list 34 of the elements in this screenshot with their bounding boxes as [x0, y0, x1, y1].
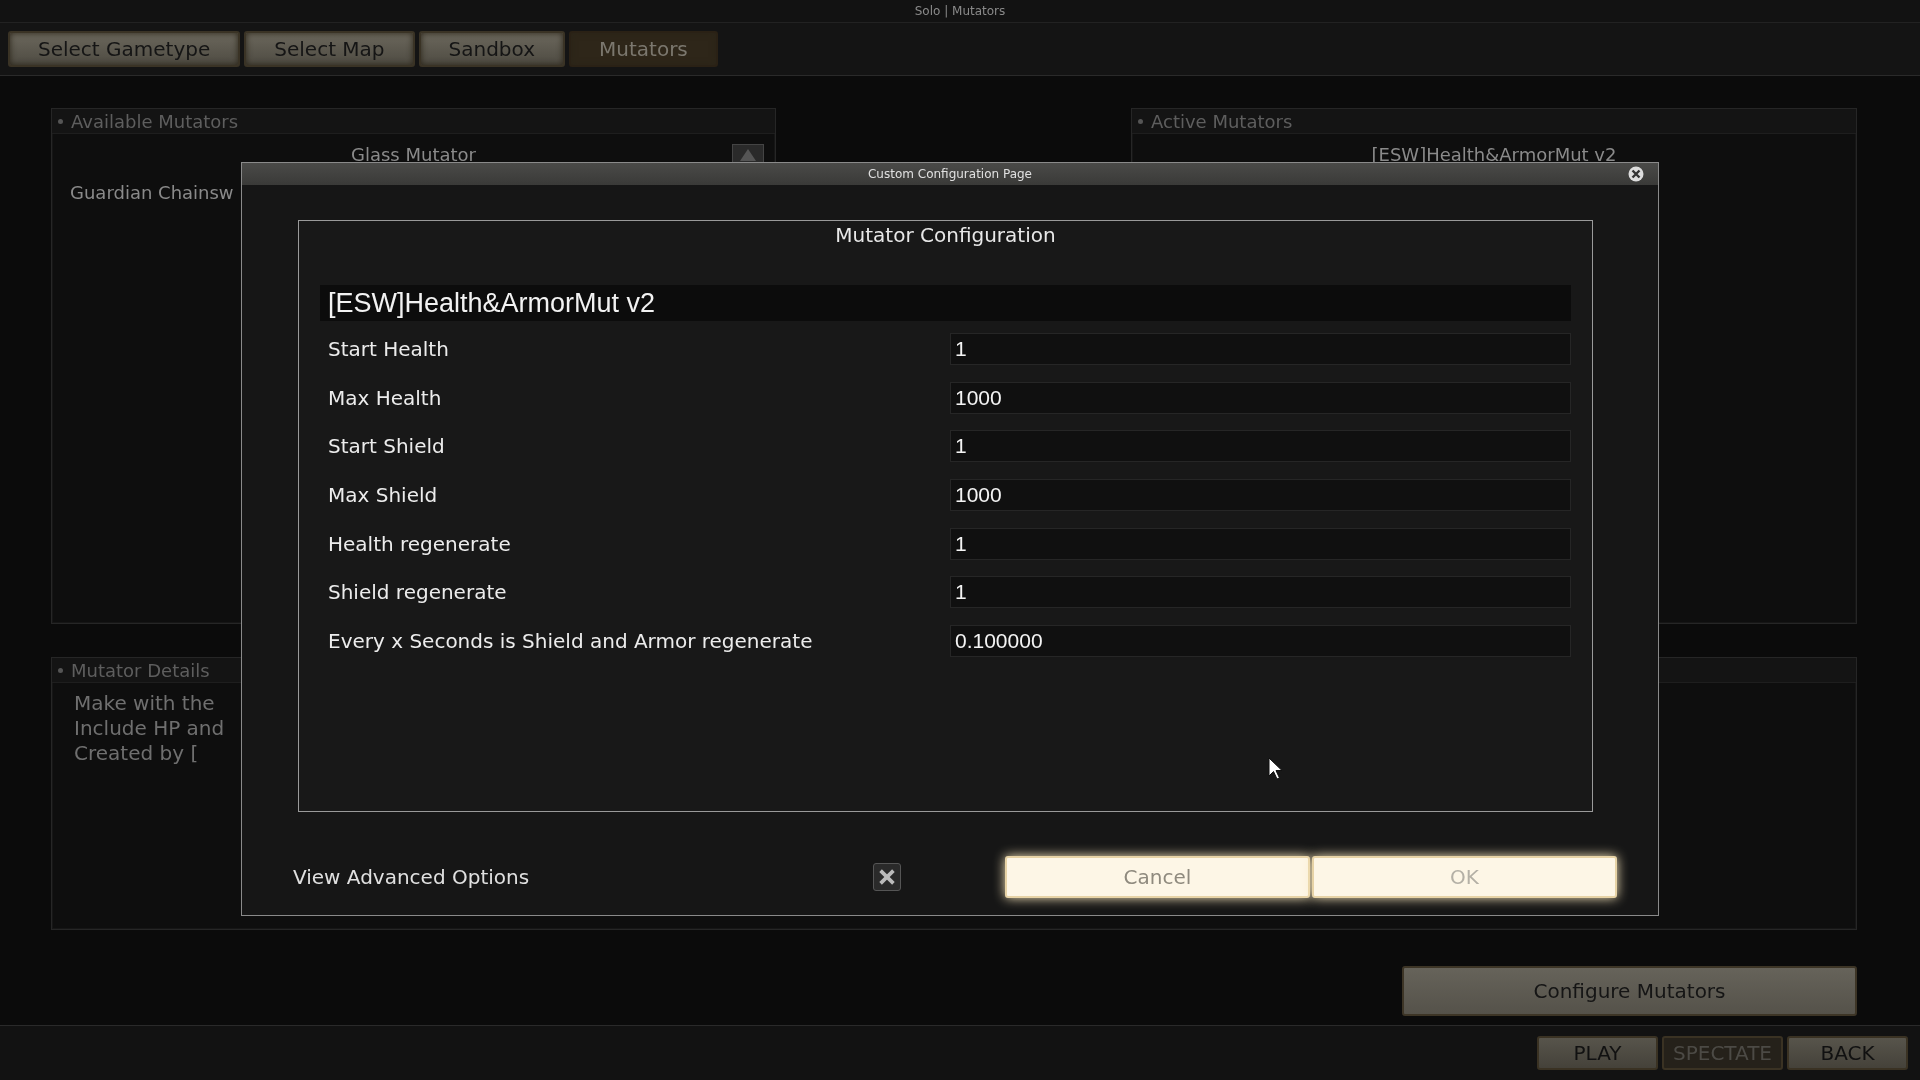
list-item[interactable]: Guardian Chainsw — [70, 180, 234, 206]
panel-title: Mutator Details — [71, 659, 210, 681]
details-text: Include HP and — [74, 716, 226, 741]
window-title: Solo | Mutators — [914, 4, 1006, 18]
checkbox-label: View Advanced Options — [293, 864, 531, 889]
details-text: Make with the — [74, 691, 216, 716]
mutator-name: [ESW]Health&ArmorMut v2 — [328, 287, 656, 319]
setting-label: Start Shield — [328, 434, 445, 459]
input-field[interactable]: 1000 — [950, 479, 1571, 512]
input-field[interactable]: 1 — [950, 430, 1571, 463]
grip-icon — [58, 667, 63, 673]
panel-title: Active Mutators — [1151, 110, 1293, 132]
setting-label: Shield regenerate — [328, 580, 507, 605]
grip-icon — [1138, 118, 1143, 124]
dialog-button[interactable]: Cancel — [1005, 855, 1310, 898]
input-field[interactable]: 1000 — [950, 381, 1571, 414]
setting-label: Health regenerate — [328, 531, 511, 556]
input-field[interactable]: 1 — [950, 576, 1571, 609]
setting-label: Max Health — [328, 385, 442, 410]
input-field[interactable]: 1 — [950, 527, 1571, 560]
setting-label: Every x Seconds is Shield and Armor regenerate — [328, 628, 813, 653]
dialog-title: Custom Configuration Page — [867, 167, 1032, 181]
panel-title: Available Mutators — [71, 110, 239, 132]
cursor-icon — [1268, 757, 1284, 781]
grip-icon — [58, 118, 63, 124]
panel-heading: Mutator Configuration — [835, 222, 1056, 249]
tab[interactable]: Mutators — [569, 31, 718, 67]
setting-label: Max Shield — [328, 483, 438, 508]
input-field[interactable]: 1 — [950, 333, 1571, 366]
input-field[interactable]: 0.100000 — [950, 624, 1571, 657]
setting-label: Start Health — [328, 337, 449, 362]
details-text: Created by [ — [74, 741, 200, 766]
close-icon[interactable] — [1628, 166, 1644, 182]
checkbox[interactable] — [873, 862, 901, 891]
